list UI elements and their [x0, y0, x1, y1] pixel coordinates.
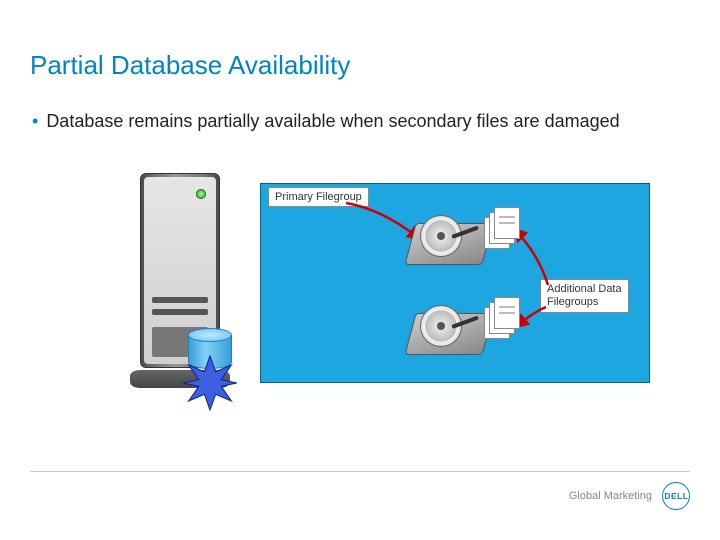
diagram: Primary Filegroup Additional Data Filegr… — [110, 163, 670, 423]
bullet-item: • Database remains partially available w… — [30, 109, 690, 133]
hard-disk-secondary-icon — [410, 303, 488, 355]
dell-logo-text: DELL — [664, 492, 688, 501]
file-stack-primary-icon — [484, 207, 518, 257]
slide-title: Partial Database Availability — [30, 50, 690, 81]
damage-starburst-icon — [182, 355, 238, 411]
dell-logo-icon: DELL — [662, 482, 690, 510]
footer-text: Global Marketing — [569, 490, 652, 502]
slide: Partial Database Availability • Database… — [0, 0, 720, 540]
bullet-text: Database remains partially available whe… — [46, 109, 619, 133]
file-stack-secondary-icon — [484, 297, 518, 347]
bullet-dot-icon: • — [32, 109, 38, 133]
additional-line1: Additional Data — [547, 283, 622, 295]
hard-disk-primary-icon — [410, 213, 488, 265]
slide-footer: Global Marketing DELL — [30, 471, 690, 510]
